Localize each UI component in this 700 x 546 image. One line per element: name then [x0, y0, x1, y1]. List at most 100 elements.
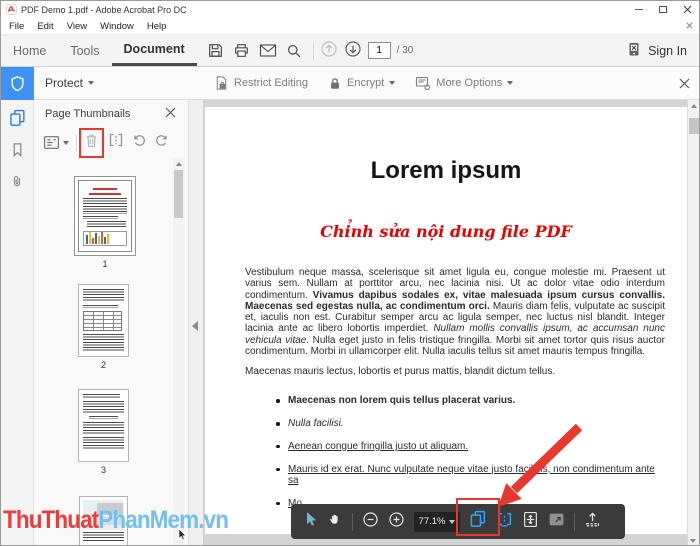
- lock-icon: [328, 76, 342, 91]
- bullet-item: Maecenas non lorem quis tellus placerat …: [276, 395, 665, 406]
- floating-toolbar: 77.1%: [291, 504, 625, 539]
- thumbnails-scrollbar[interactable]: [173, 158, 184, 546]
- protect-actions: Restrict Editing Encrypt More Options: [214, 75, 513, 91]
- close-icon[interactable]: [675, 1, 699, 18]
- menu-view[interactable]: View: [67, 21, 87, 32]
- caret-down-icon: [88, 81, 94, 85]
- protect-shield-icon[interactable]: [1, 67, 34, 100]
- menubar-close-icon[interactable]: [686, 21, 693, 32]
- scroll-down-icon[interactable]: [690, 539, 696, 543]
- page-count-label: / 30: [397, 45, 414, 56]
- scroll-up-icon[interactable]: [176, 162, 182, 166]
- menu-edit[interactable]: Edit: [37, 21, 53, 32]
- next-page-icon[interactable]: [344, 40, 362, 61]
- zoom-level-value: 77.1%: [419, 516, 446, 527]
- print-icon[interactable]: [229, 38, 255, 64]
- thumbnail-page-3[interactable]: 3: [78, 389, 129, 475]
- crop-pages-icon[interactable]: [108, 132, 124, 153]
- panel-title: Page Thumbnails: [45, 108, 130, 120]
- sign-in-button[interactable]: Sign In: [648, 44, 687, 58]
- scrollbar-thumb[interactable]: [174, 170, 183, 218]
- previous-page-icon[interactable]: [320, 40, 338, 61]
- zoom-out-icon[interactable]: [362, 511, 379, 533]
- window-controls: [627, 1, 699, 18]
- document-scrollbar[interactable]: [687, 100, 699, 546]
- body-paragraph-1: Vestibulum neque massa, scelerisque sit …: [245, 267, 665, 357]
- window-title: PDF Demo 1.pdf - Adobe Acrobat Pro DC: [21, 5, 187, 15]
- document-title: Lorem ipsum: [205, 157, 687, 185]
- tab-document[interactable]: Document: [112, 35, 197, 66]
- tab-home[interactable]: Home: [1, 35, 58, 66]
- page-navigation: / 30: [320, 35, 414, 66]
- menu-window[interactable]: Window: [100, 21, 134, 32]
- sign-in-area: Sign In: [627, 35, 687, 66]
- search-icon[interactable]: [281, 38, 307, 64]
- bullet-list: Maecenas non lorem quis tellus placerat …: [245, 395, 665, 509]
- caret-down-icon: [63, 141, 69, 145]
- maximize-icon[interactable]: [651, 1, 675, 18]
- document-area: Lorem ipsum Chỉnh sửa nội dung file PDF …: [204, 100, 699, 546]
- options-window-icon: [415, 75, 431, 91]
- more-options-button[interactable]: More Options: [415, 75, 513, 91]
- tab-tools[interactable]: Tools: [58, 35, 111, 66]
- scroll-up-icon[interactable]: [691, 104, 697, 108]
- page-number-input[interactable]: [368, 42, 391, 59]
- bullet-item: Nulla facilisi.: [276, 418, 665, 429]
- fit-page-icon[interactable]: [522, 511, 539, 533]
- read-mode-icon[interactable]: [548, 511, 565, 533]
- toolbar-quick-icons: [203, 35, 307, 66]
- hand-tool-icon[interactable]: [327, 511, 343, 532]
- panel-close-icon[interactable]: [165, 107, 176, 121]
- caret-down-icon: [507, 81, 513, 85]
- thumbnail-page-2[interactable]: 2: [78, 284, 129, 370]
- collapse-panel-icon[interactable]: [192, 321, 198, 331]
- body-paragraph-2: Maecenas mauris lectus, lobortis et puru…: [245, 366, 665, 377]
- attachments-tab-icon[interactable]: [10, 173, 24, 194]
- page-thumbnails-toggle-icon[interactable]: [469, 510, 487, 533]
- redo-rotate-icon[interactable]: [154, 133, 169, 153]
- menu-help[interactable]: Help: [147, 21, 167, 32]
- protect-bar-close-icon[interactable]: [679, 76, 690, 94]
- page-thumbnails-tab-icon[interactable]: [9, 109, 26, 132]
- mouse-cursor-icon: [178, 529, 187, 541]
- delete-pages-icon[interactable]: [84, 132, 99, 154]
- thumbnail-options-icon[interactable]: [43, 135, 69, 150]
- scrollbar-thumb[interactable]: [689, 118, 699, 134]
- bookmarks-tab-icon[interactable]: [10, 142, 25, 163]
- watermark-red-text: ThuThuat: [3, 506, 98, 534]
- fit-width-icon[interactable]: [496, 511, 513, 533]
- menu-bar: File Edit View Window Help: [1, 18, 699, 35]
- thumbnail-page-number: 2: [78, 360, 129, 370]
- select-tool-icon[interactable]: [304, 511, 318, 533]
- caret-down-icon: [389, 81, 395, 85]
- watermark: ThuThuatPhanMem.vn: [3, 506, 228, 535]
- thumbnail-page-number: 1: [74, 259, 136, 269]
- caret-down-icon: [449, 520, 455, 524]
- undo-rotate-icon[interactable]: [132, 133, 147, 153]
- thumbnail-page-number: 3: [78, 465, 129, 475]
- protect-toolbar: Protect Restrict Editing Encrypt More Op…: [1, 67, 699, 100]
- email-icon[interactable]: [255, 38, 281, 64]
- menu-file[interactable]: File: [9, 21, 24, 32]
- thumbnails-toolbar: [34, 127, 188, 158]
- restrict-editing-button[interactable]: Restrict Editing: [214, 75, 308, 91]
- watermark-blue-text: PhanMem.vn: [98, 506, 228, 534]
- minimize-icon[interactable]: [627, 1, 651, 18]
- protect-dropdown[interactable]: Protect: [45, 76, 94, 90]
- bullet-item: Aenean congue fringilla justo ut aliquam…: [276, 441, 665, 452]
- zoom-in-icon[interactable]: [388, 511, 405, 533]
- panel-resize-divider[interactable]: [189, 100, 204, 546]
- share-icon[interactable]: [584, 511, 601, 533]
- thumbnail-page-1[interactable]: 1: [74, 176, 136, 269]
- mobile-device-icon: [627, 42, 641, 60]
- navigation-pane-strip: [1, 100, 34, 546]
- save-icon[interactable]: [203, 38, 229, 64]
- page-thumbnails-panel: Page Thumbnails: [34, 100, 189, 546]
- encrypt-button[interactable]: Encrypt: [328, 76, 395, 91]
- title-bar: PDF Demo 1.pdf - Adobe Acrobat Pro DC: [1, 1, 699, 18]
- acrobat-pdf-icon: [6, 4, 17, 15]
- main-toolbar: Home Tools Document / 30 Sign In: [1, 35, 699, 67]
- zoom-level-dropdown[interactable]: 77.1%: [414, 512, 460, 532]
- bullet-item: Mauris id ex erat. Nunc vulputate neque …: [276, 464, 665, 487]
- document-subtitle: Chỉnh sửa nội dung file PDF: [205, 222, 687, 241]
